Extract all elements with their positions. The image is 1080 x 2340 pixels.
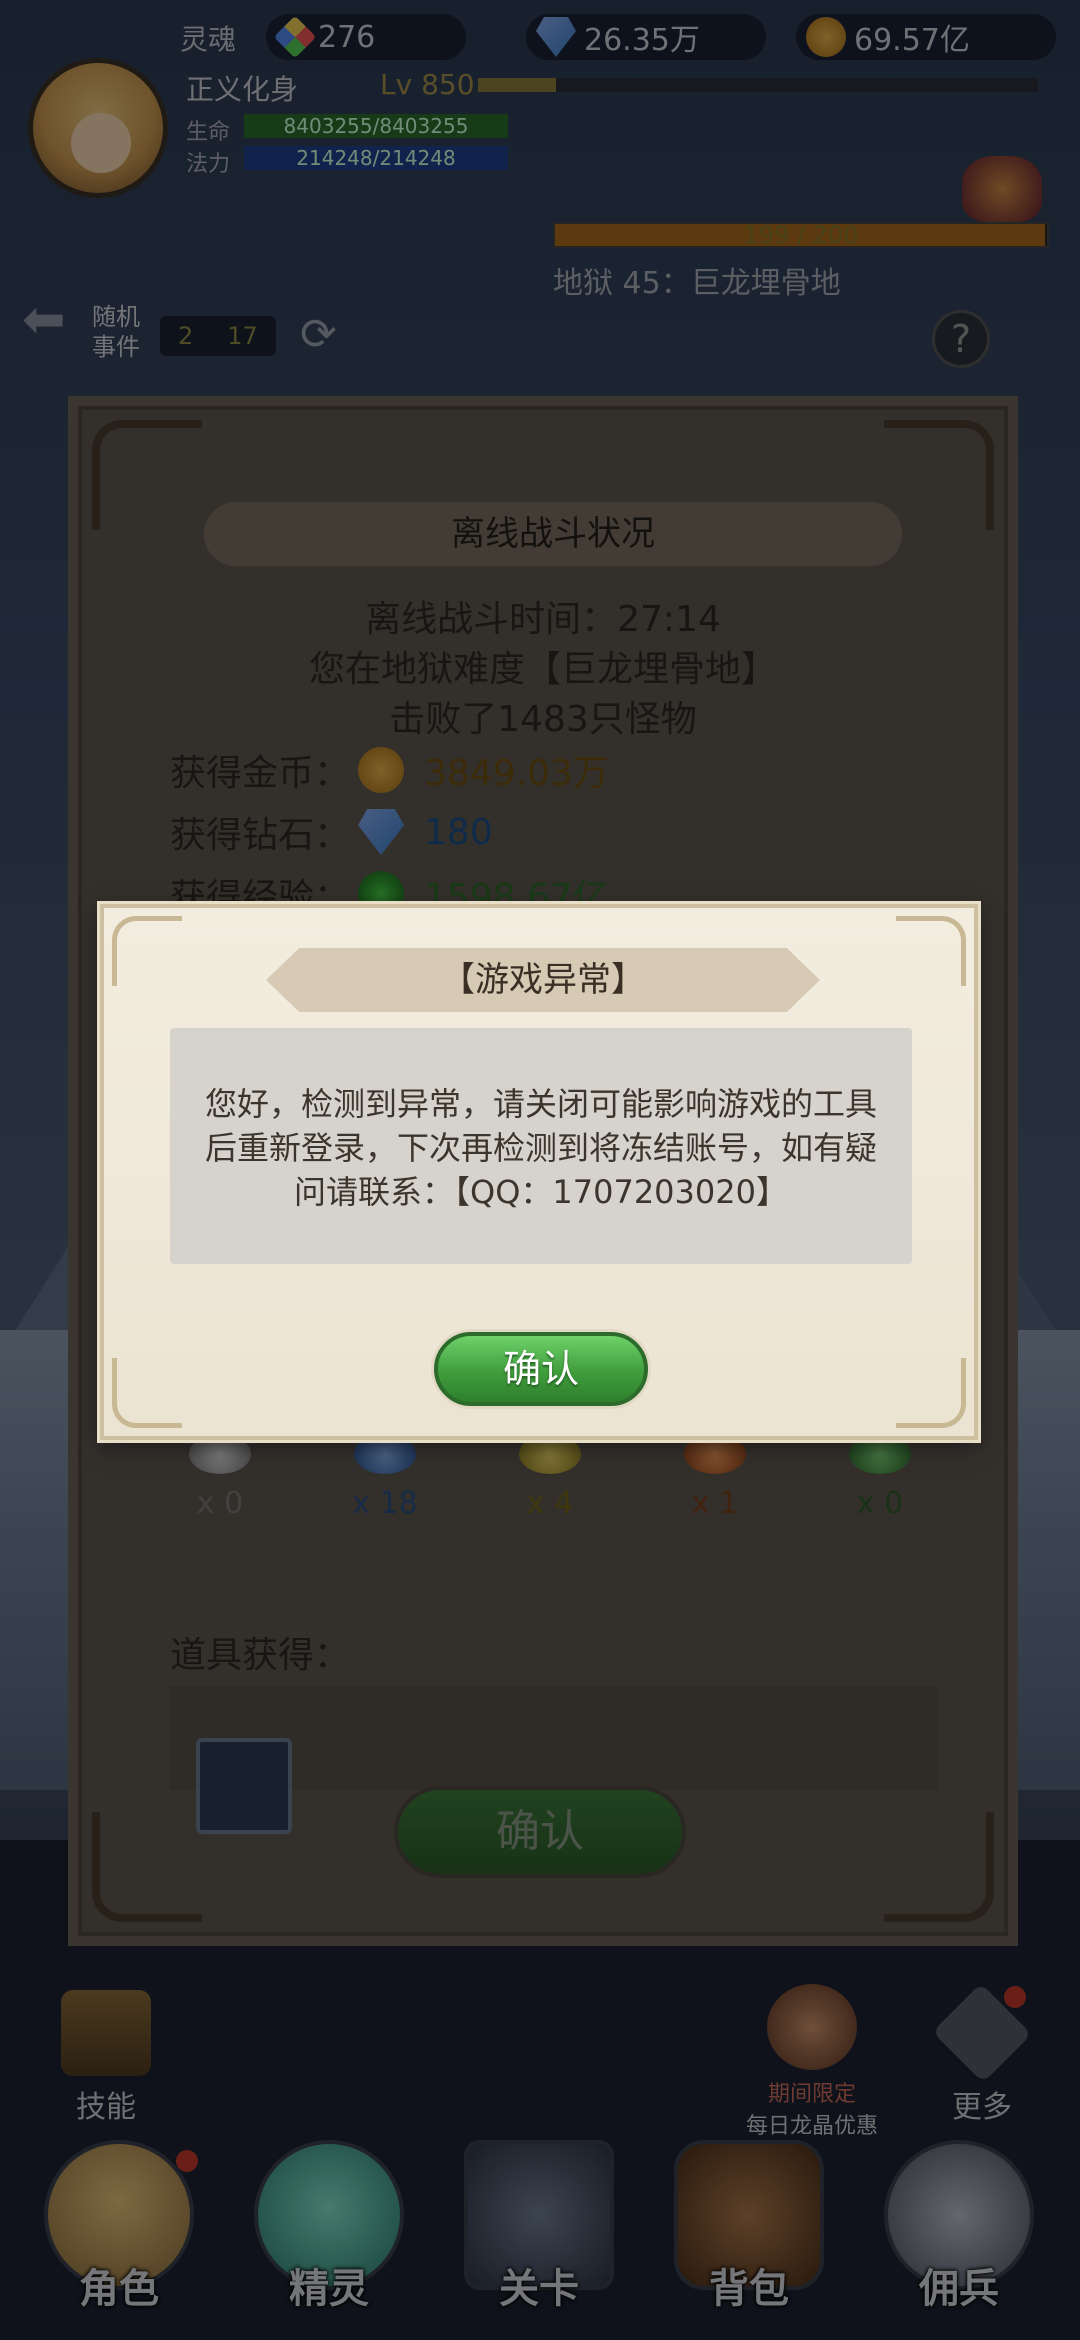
dialog-title: 【游戏异常】 — [266, 948, 820, 1012]
dialog-corner-ornament — [896, 916, 966, 986]
dialog-message-box: 您好，检测到异常，请关闭可能影响游戏的工具后重新登录，下次再检测到将冻结账号，如… — [170, 1028, 912, 1264]
dialog-corner-ornament — [112, 1358, 182, 1428]
dialog-confirm-button[interactable]: 确认 — [434, 1332, 648, 1406]
dialog-corner-ornament — [896, 1358, 966, 1428]
dialog-corner-ornament — [112, 916, 182, 986]
dialog-message: 您好，检测到异常，请关闭可能影响游戏的工具后重新登录，下次再检测到将冻结账号，如… — [204, 1085, 877, 1211]
dialog-title-banner: 【游戏异常】 — [266, 948, 820, 1012]
game-anomaly-dialog: 【游戏异常】 您好，检测到异常，请关闭可能影响游戏的工具后重新登录，下次再检测到… — [100, 904, 978, 1440]
